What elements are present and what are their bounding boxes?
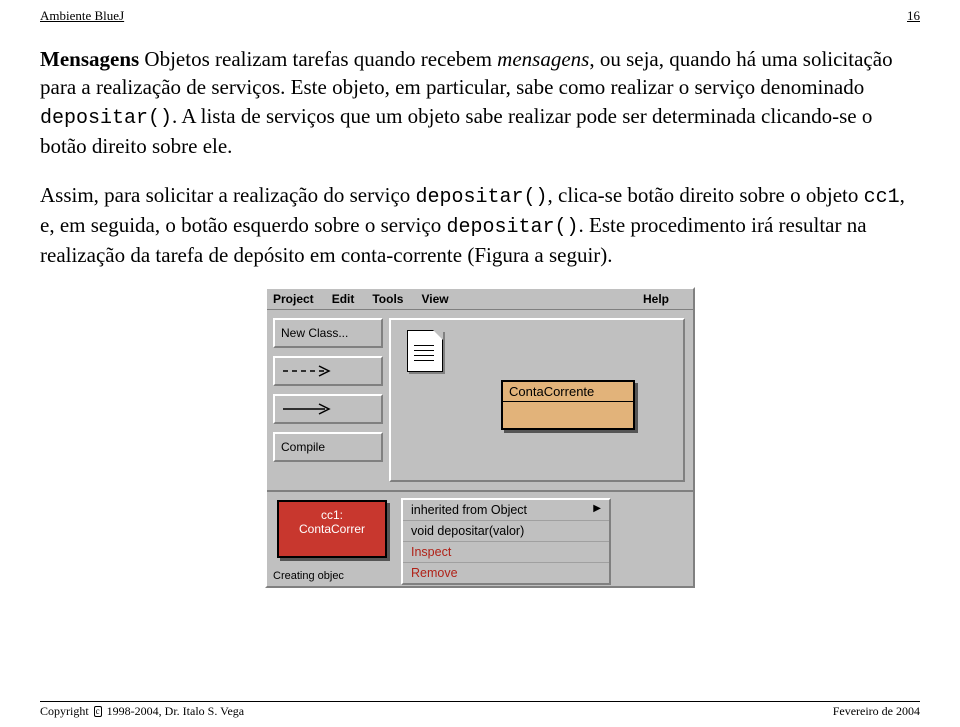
page-footer: Copyright c 1998-2004, Dr. Italo S. Vega… bbox=[40, 701, 920, 719]
solid-arrow-icon bbox=[281, 403, 341, 415]
left-toolbar: New Class... Compile bbox=[267, 310, 389, 490]
compile-button[interactable]: Compile bbox=[273, 432, 383, 462]
object-bench: cc1: ContaCorrer inherited from Object ▶… bbox=[267, 490, 693, 586]
menu-help[interactable]: Help bbox=[643, 292, 669, 306]
paragraph-1: Mensagens Objetos realizam tarefas quand… bbox=[40, 45, 920, 160]
dashed-arrow-button[interactable] bbox=[273, 356, 383, 386]
menu-project[interactable]: Project bbox=[273, 292, 314, 306]
file-icon[interactable] bbox=[407, 330, 443, 372]
bluej-screenshot: Project Edit Tools View Help New Class..… bbox=[265, 287, 695, 588]
bluej-window: Project Edit Tools View Help New Class..… bbox=[265, 287, 695, 588]
object-type: ContaCorrer bbox=[279, 522, 385, 536]
context-remove[interactable]: Remove bbox=[403, 563, 609, 583]
menu-tools[interactable]: Tools bbox=[372, 292, 403, 306]
context-inspect[interactable]: Inspect bbox=[403, 542, 609, 563]
context-inherited[interactable]: inherited from Object ▶ bbox=[403, 500, 609, 521]
status-text: Creating objec bbox=[273, 570, 344, 582]
code-depositar-1: depositar() bbox=[40, 107, 172, 130]
object-cc1[interactable]: cc1: ContaCorrer bbox=[277, 500, 387, 558]
context-depositar[interactable]: void depositar(valor) bbox=[403, 521, 609, 542]
solid-arrow-button[interactable] bbox=[273, 394, 383, 424]
code-depositar-2: depositar() bbox=[416, 186, 548, 209]
dashed-arrow-icon bbox=[281, 365, 341, 377]
menu-edit[interactable]: Edit bbox=[332, 292, 355, 306]
menu-view[interactable]: View bbox=[421, 292, 448, 306]
copyright-symbol: c bbox=[94, 706, 102, 717]
context-menu: inherited from Object ▶ void depositar(v… bbox=[401, 498, 611, 585]
object-name: cc1: bbox=[279, 508, 385, 522]
code-cc1: cc1 bbox=[864, 186, 900, 209]
footer-copyright: Copyright c 1998-2004, Dr. Italo S. Vega bbox=[40, 704, 244, 719]
paragraph-2: Assim, para solicitar a realização do se… bbox=[40, 181, 920, 269]
bluej-body: New Class... Compile bbox=[267, 309, 693, 490]
italic-mensagens: mensagens bbox=[497, 47, 589, 71]
class-title: ContaCorrente bbox=[503, 382, 633, 402]
header-left: Ambiente BlueJ bbox=[40, 8, 124, 24]
header-page-number: 16 bbox=[907, 8, 920, 24]
class-canvas[interactable]: ContaCorrente bbox=[389, 318, 685, 482]
running-header: Ambiente BlueJ 16 bbox=[40, 8, 920, 24]
new-class-button[interactable]: New Class... bbox=[273, 318, 383, 348]
menu-bar: Project Edit Tools View Help bbox=[267, 289, 693, 309]
submenu-arrow-icon: ▶ bbox=[593, 503, 601, 517]
footer-date: Fevereiro de 2004 bbox=[833, 704, 920, 719]
section-heading: Mensagens bbox=[40, 47, 139, 71]
class-box-contacorrente[interactable]: ContaCorrente bbox=[501, 380, 635, 430]
code-depositar-3: depositar() bbox=[446, 216, 578, 239]
